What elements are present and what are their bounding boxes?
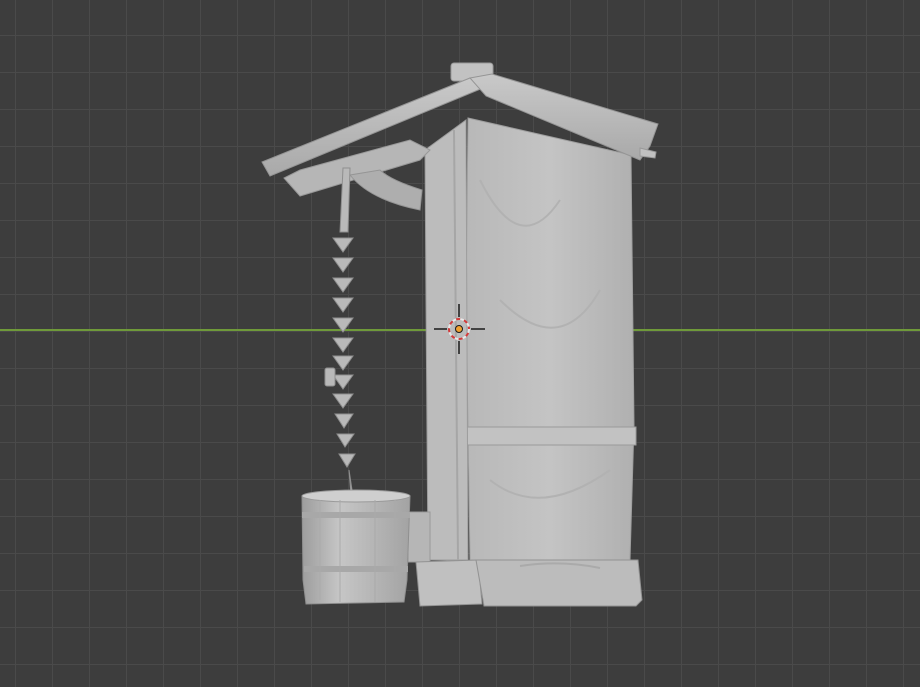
bucket [301,489,411,605]
wall-panel [465,117,637,561]
chain [324,167,357,497]
object-origin-icon [455,325,463,333]
base [415,559,643,607]
3d-viewport[interactable] [0,0,920,687]
well-model[interactable] [0,0,920,687]
